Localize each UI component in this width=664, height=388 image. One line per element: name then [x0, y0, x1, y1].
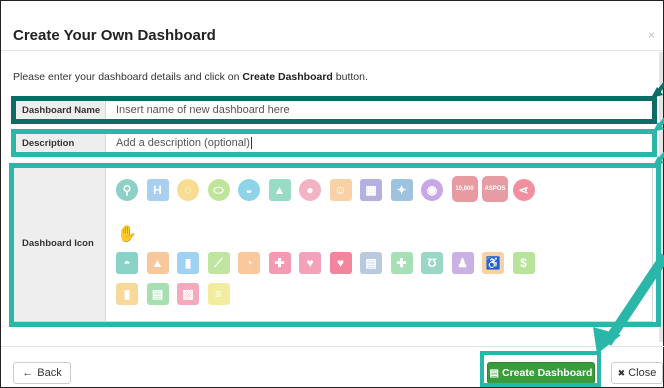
dashboard-icon-label: Dashboard Icon [14, 166, 106, 321]
create-dashboard-modal: Create Your Own Dashboard × Please enter… [0, 0, 664, 388]
modal-title: Create Your Own Dashboard [13, 27, 216, 44]
close-label: Close [628, 367, 657, 379]
share-icon[interactable]: ⋖ [512, 179, 535, 201]
pie-chart-icon[interactable]: ◔ [238, 252, 260, 274]
clipboard-icon[interactable]: ◉ [421, 179, 443, 201]
dumbbell-icon[interactable]: H [146, 179, 169, 201]
close-button[interactable]: ✖ Close [611, 362, 663, 384]
description-label: Description [14, 133, 106, 153]
scrollbar[interactable] [659, 52, 663, 342]
drop-icon[interactable]: ● [299, 179, 321, 201]
running-icon[interactable]: ✦ [390, 179, 413, 201]
ambulance-icon[interactable]: ✚ [268, 252, 291, 274]
wheelchair-icon[interactable]: ♿ [482, 252, 504, 274]
stethoscope-icon[interactable]: Ʊ [421, 252, 443, 274]
dashboard-name-row: Dashboard Name Insert name of new dashbo… [13, 99, 653, 121]
file-lines-icon[interactable]: ≡ [207, 283, 230, 305]
instructions-text: Please enter your dashboard details and … [13, 71, 368, 83]
speedometer-icon[interactable]: ◓ [116, 252, 138, 274]
file-icon[interactable]: ▮ [116, 283, 138, 305]
group-icon[interactable]: ☺ [329, 179, 352, 201]
calendar-icon[interactable]: ▦ [360, 179, 382, 201]
aspos-badge-icon[interactable]: ASPOS [482, 176, 508, 202]
description-row: Description Add a description (optional) [13, 132, 653, 154]
dashboard-name-input[interactable]: Insert name of new dashboard here [106, 100, 652, 120]
steps-badge-icon[interactable]: 10,000 [451, 176, 478, 202]
area-chart-icon[interactable]: ▲ [146, 252, 169, 274]
search-icon[interactable]: ⚲ [116, 179, 138, 201]
dashboard-name-label: Dashboard Name [14, 100, 106, 120]
speech-bubble-icon[interactable]: ◌ [177, 179, 199, 201]
close-icon: ✖ [617, 367, 626, 378]
arrow-left-icon: ← [22, 367, 34, 379]
hand-icon[interactable]: ✋ [116, 223, 138, 245]
back-label: Back [37, 367, 62, 379]
line-chart-icon[interactable]: ⟋ [207, 252, 230, 274]
description-input[interactable]: Add a description (optional) [106, 133, 652, 153]
heartbeat-icon[interactable]: ♥ [299, 252, 321, 274]
dollar-icon[interactable]: $ [512, 252, 535, 274]
mountain-icon[interactable]: ▲ [268, 179, 291, 201]
hospital-icon[interactable]: ▤ [360, 252, 382, 274]
back-button[interactable]: ← Back [13, 362, 71, 384]
heart-icon[interactable]: ♥ [329, 252, 352, 274]
user-md-icon[interactable]: ♟ [451, 252, 474, 274]
file-image-icon[interactable]: ▨ [177, 283, 199, 305]
modal-header: Create Your Own Dashboard × [1, 1, 663, 51]
create-button-highlight [480, 351, 601, 387]
file-text-icon[interactable]: ▤ [146, 283, 169, 305]
medkit-icon[interactable]: ✚ [390, 252, 413, 274]
pill-icon[interactable]: ⬭ [207, 179, 230, 201]
bar-chart-icon[interactable]: ▮ [177, 252, 199, 274]
cap-icon[interactable]: ◒ [238, 179, 260, 201]
close-icon[interactable]: × [648, 28, 655, 42]
